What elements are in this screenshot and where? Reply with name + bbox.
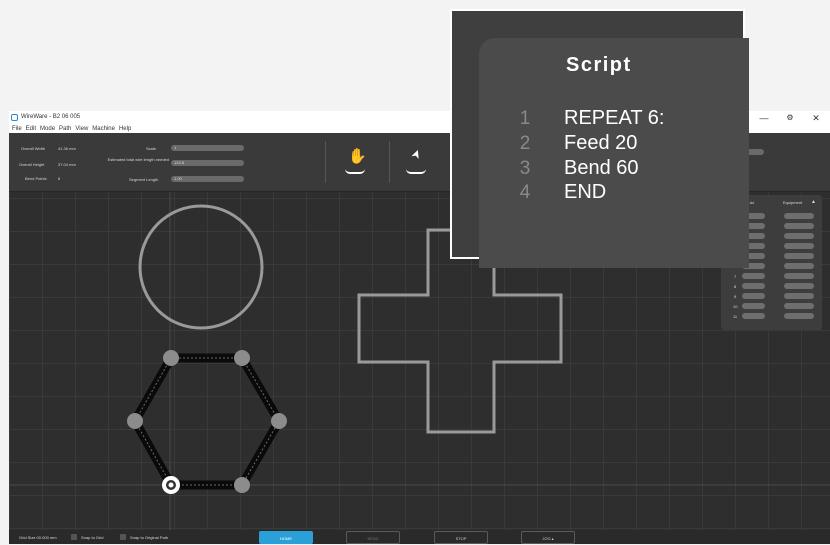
pointer-tool-button[interactable]: ➤ xyxy=(405,147,429,177)
list-field[interactable] xyxy=(784,283,814,289)
menu-view[interactable]: View xyxy=(75,125,88,133)
snap-to-grid-label: Snap to Grid xyxy=(81,535,104,540)
script-line: Bend 60 xyxy=(564,157,639,179)
hexagon-path xyxy=(130,353,284,490)
snap-to-original-checkbox[interactable] xyxy=(120,534,126,540)
snap-to-original-label: Snap to Original Path xyxy=(130,535,169,540)
list-field[interactable] xyxy=(784,233,814,239)
bend-button[interactable]: BEND xyxy=(346,531,400,544)
toolbar-dropdown[interactable] xyxy=(747,149,764,155)
menu-help[interactable]: Help xyxy=(119,125,131,133)
snap-to-grid-checkbox[interactable] xyxy=(71,534,77,540)
segment-length-label: Segment Length xyxy=(129,177,159,182)
list-field[interactable] xyxy=(784,273,814,279)
close-button[interactable]: ✕ xyxy=(805,111,827,125)
row-number: 9 xyxy=(734,294,737,299)
row-number: 7 xyxy=(734,274,737,279)
list-field[interactable] xyxy=(784,213,814,219)
hand-icon: ✋ xyxy=(348,148,367,165)
scale-input[interactable]: 1 xyxy=(171,145,244,151)
jog-button[interactable]: JOG ▴ xyxy=(521,531,575,544)
window-title: WireWare - B2 06 005 xyxy=(21,114,81,120)
pointer-icon: ➤ xyxy=(407,146,425,162)
script-line: REPEAT 6: xyxy=(564,107,665,129)
overall-width-label: Overall Width xyxy=(21,146,46,151)
bend-point xyxy=(163,350,179,366)
list-field[interactable] xyxy=(784,253,814,259)
row-number: 11 xyxy=(733,314,738,319)
scale-label: Scale xyxy=(146,146,157,151)
menu-path[interactable]: Path xyxy=(59,125,71,133)
menu-edit[interactable]: Edit xyxy=(26,125,36,133)
row-number: 10 xyxy=(733,304,738,309)
list-field[interactable] xyxy=(742,313,765,319)
list-field[interactable] xyxy=(742,293,765,299)
list-field[interactable] xyxy=(742,283,765,289)
list-field[interactable] xyxy=(784,263,814,269)
overall-height-label: Overall Height xyxy=(19,162,45,167)
script-panel: Script 1 REPEAT 6: 2 Feed 20 3 Bend 60 4… xyxy=(450,9,749,268)
list-field[interactable] xyxy=(784,313,814,319)
bend-points-value: 6 xyxy=(58,176,61,181)
bend-point-markers xyxy=(127,350,287,494)
bend-point xyxy=(234,477,250,493)
line-number: 4 xyxy=(519,182,531,203)
script-line: Feed 20 xyxy=(564,132,638,154)
grid-size-label: Grid Size 00.000 mm xyxy=(19,535,57,540)
list-field[interactable] xyxy=(742,303,765,309)
circle-shape xyxy=(138,204,264,330)
collapse-icon[interactable]: ▲ xyxy=(811,199,816,205)
overall-width-value: 41.36 mm xyxy=(58,146,76,151)
home-button[interactable]: HOME xyxy=(259,531,313,544)
list-field[interactable] xyxy=(784,223,814,229)
line-number: 1 xyxy=(519,108,531,129)
estimated-wire-input[interactable]: 124.8 xyxy=(171,160,244,166)
bend-point xyxy=(271,413,287,429)
settings-button[interactable]: ⚙ xyxy=(779,111,801,125)
hand-tool-underline xyxy=(345,169,365,174)
row-number: 8 xyxy=(734,284,737,289)
menu-mode[interactable]: Mode xyxy=(40,125,55,133)
line-number: 3 xyxy=(519,158,531,179)
hand-tool-button[interactable]: ✋ xyxy=(344,147,368,177)
overall-height-value: 37.04 mm xyxy=(58,162,76,167)
list-field[interactable] xyxy=(742,273,765,279)
list-field[interactable] xyxy=(784,303,814,309)
estimated-wire-label: Estimated total wire length needed xyxy=(107,157,169,162)
toolbar-divider xyxy=(325,141,326,183)
minimize-button[interactable]: — xyxy=(753,111,775,125)
list-field[interactable] xyxy=(784,293,814,299)
script-title: Script xyxy=(566,54,632,76)
segment-length-input[interactable]: 1.00 xyxy=(171,176,244,182)
list-field[interactable] xyxy=(784,243,814,249)
menu-file[interactable]: File xyxy=(12,125,22,133)
bend-points-label: Bend Points xyxy=(25,176,47,181)
toolbar-divider xyxy=(389,141,390,183)
panel-header-equipment: Equipment xyxy=(783,200,803,205)
bend-point xyxy=(127,413,143,429)
app-logo-icon xyxy=(11,114,18,121)
bend-point xyxy=(234,350,250,366)
start-point-dot xyxy=(168,482,174,488)
pointer-tool-underline xyxy=(406,169,426,174)
line-number: 2 xyxy=(519,133,531,154)
stop-button[interactable]: STOP xyxy=(434,531,488,544)
script-line: END xyxy=(564,181,607,203)
menu-machine[interactable]: Machine xyxy=(92,125,115,133)
bottom-bar: Grid Size 00.000 mm Snap to Grid Snap to… xyxy=(9,530,830,544)
